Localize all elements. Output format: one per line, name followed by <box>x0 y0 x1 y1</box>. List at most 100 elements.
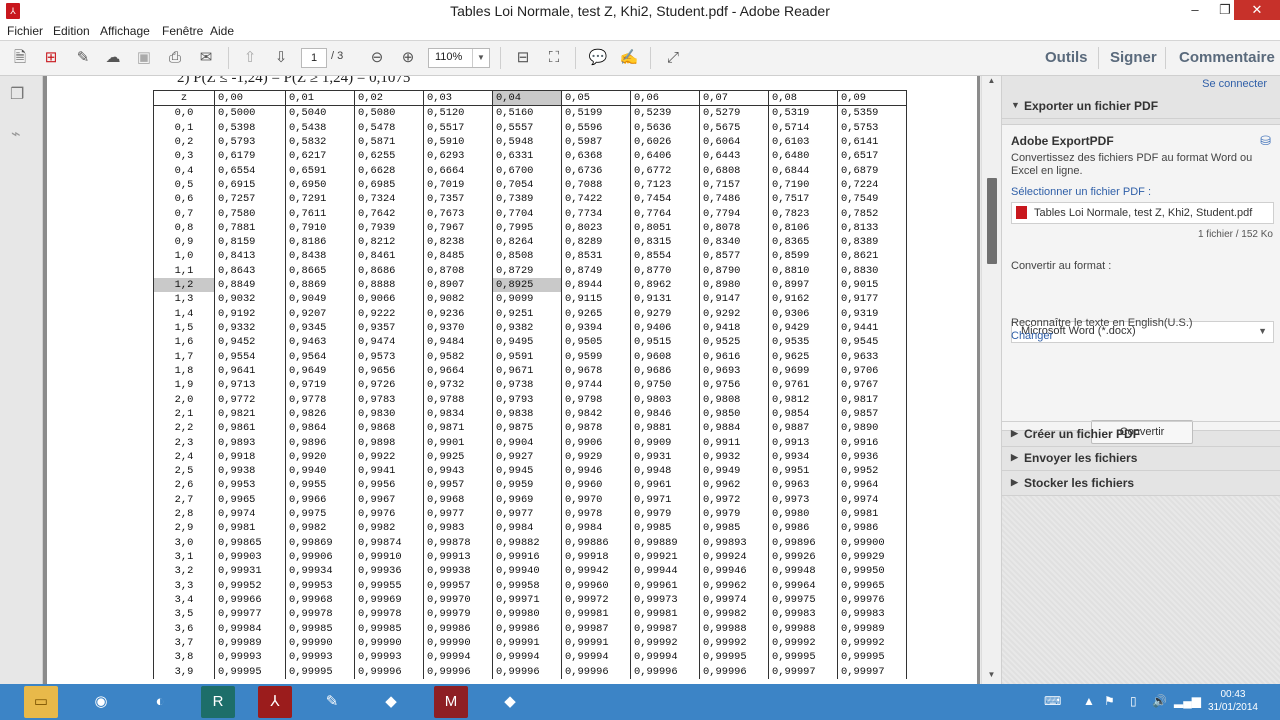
previous-page-icon[interactable]: ⇧ <box>239 48 261 68</box>
probability-cell: 0,9738 <box>492 378 562 393</box>
probability-cell: 0,9495 <box>492 335 562 350</box>
mcafee-icon[interactable]: M <box>434 686 468 718</box>
table-row: 1,0 0,8413 0,8438 0,8461 0,8485 0,8508 0,8531 0… <box>153 249 907 264</box>
show-hidden-icons-icon[interactable]: ▲ <box>1083 694 1095 708</box>
fit-width-icon[interactable]: ⛶ <box>543 48 565 68</box>
probability-cell: 0,9554 <box>214 349 286 364</box>
send-files-section-header[interactable]: ▶ Envoyer les fichiers <box>1002 446 1280 471</box>
z-value-cell: 3,0 <box>153 535 215 550</box>
store-files-section-header[interactable]: ▶ Stocker les fichiers <box>1002 471 1280 496</box>
system-clock[interactable]: 00:43 31/01/2014 <box>1208 688 1258 714</box>
tab-outils[interactable]: Outils <box>1045 49 1088 66</box>
probability-cell: 0,9978 <box>561 507 631 522</box>
page-number-input[interactable]: 1 <box>301 48 327 68</box>
zoom-out-icon[interactable]: ⊖ <box>366 48 388 68</box>
menu-aide[interactable]: Aide <box>210 24 234 38</box>
file-explorer-icon[interactable]: ▭ <box>24 686 58 718</box>
close-button[interactable]: ✕ <box>1234 0 1280 20</box>
probability-cell: 0,9975 <box>285 507 355 522</box>
network-icon[interactable]: ▂▄▆ <box>1174 694 1201 708</box>
z-value-cell: 2,1 <box>153 406 215 422</box>
menu-edition[interactable]: Edition <box>53 24 90 38</box>
game-app-icon[interactable]: ◆ <box>374 686 408 718</box>
scroll-down-icon[interactable]: ▼ <box>982 670 1001 684</box>
keyboard-icon[interactable]: ⌨ <box>1044 694 1061 708</box>
export-title: Adobe ExportPDF <box>1011 134 1114 148</box>
tab-signer[interactable]: Signer <box>1110 49 1157 66</box>
attachments-icon[interactable]: ⌁ <box>11 124 21 144</box>
probability-cell: 0,9115 <box>561 292 631 307</box>
page-thumbnails-icon[interactable]: ❐ <box>10 84 24 104</box>
zoom-select[interactable]: 110% ▼ <box>428 48 490 68</box>
sync-app-icon[interactable]: ◐ <box>143 686 177 718</box>
email-icon[interactable]: ✉ <box>195 48 217 68</box>
connect-link[interactable]: Se connecter <box>1202 78 1267 90</box>
z-value-cell: 2,5 <box>153 464 215 479</box>
probability-cell: 0,8810 <box>768 263 838 279</box>
probability-cell: 0,9936 <box>837 449 907 465</box>
probability-cell: 0,9955 <box>285 478 355 493</box>
probability-cell: 0,99986 <box>492 621 562 636</box>
probability-cell: 0,99940 <box>492 564 562 579</box>
print-icon[interactable]: ⎙ <box>164 48 186 68</box>
probability-cell: 0,9981 <box>837 507 907 522</box>
chevron-down-icon[interactable]: ▼ <box>472 49 489 67</box>
probability-cell: 0,9974 <box>837 492 907 508</box>
save-icon[interactable]: ▣ <box>133 48 155 68</box>
document-viewer[interactable]: 2) P(Z ≤ -1,24) = P(Z ≥ 1,24) = 0,1075 z… <box>43 76 980 684</box>
paint-icon[interactable]: ✎ <box>315 686 349 718</box>
volume-icon[interactable]: 🔊 <box>1152 694 1167 708</box>
create-pdf-section-header[interactable]: ▶ Créer un fichier PDF <box>1002 421 1280 447</box>
probability-cell: 0,99976 <box>837 592 907 608</box>
table-row: 0,3 0,6179 0,6217 0,6255 0,6293 0,6331 0,6368 0… <box>153 149 907 164</box>
probability-cell: 0,5517 <box>423 120 493 135</box>
probability-cell: 0,9625 <box>768 349 838 364</box>
probability-cell: 0,5199 <box>561 105 631 121</box>
adobe-reader-taskbar-icon[interactable]: ⅄ <box>258 686 292 718</box>
selected-file-field[interactable]: Tables Loi Normale, test Z, Khi2, Studen… <box>1011 202 1274 224</box>
chrome-icon[interactable]: ◉ <box>84 686 118 718</box>
menu-fenetre[interactable]: Fenêtre <box>162 24 203 38</box>
probability-cell: 0,99989 <box>214 635 286 651</box>
tab-commentaire[interactable]: Commentaire <box>1179 49 1275 66</box>
battery-icon[interactable]: ▯ <box>1130 694 1137 708</box>
probability-cell: 0,9977 <box>492 507 562 522</box>
export-description: Excel en ligne. <box>1011 165 1083 177</box>
probability-cell: 0,7704 <box>492 206 562 221</box>
scrollbar-thumb[interactable] <box>987 178 997 264</box>
probability-cell: 0,9693 <box>699 363 769 379</box>
edit-icon[interactable]: ✎ <box>72 48 94 68</box>
change-language-link[interactable]: Changer <box>1011 330 1053 342</box>
highlight-icon[interactable]: ✍ <box>618 48 640 68</box>
export-pdf-section-header[interactable]: ▼ Exporter un fichier PDF <box>1002 94 1280 119</box>
menu-affichage[interactable]: Affichage <box>100 24 150 38</box>
next-page-icon[interactable]: ⇩ <box>270 48 292 68</box>
flag-icon[interactable]: ⚑ <box>1104 694 1115 708</box>
table-row: 1,5 0,9332 0,9345 0,9357 0,9370 0,9382 0,9394 0… <box>153 321 907 336</box>
r-app-icon[interactable]: R <box>201 686 235 718</box>
table-row: 2,5 0,9938 0,9940 0,9941 0,9943 0,9945 0,9946 0… <box>153 464 907 479</box>
table-row: 0,7 0,7580 0,7611 0,7642 0,7673 0,7704 0,7734 0… <box>153 206 907 221</box>
create-pdf-icon[interactable]: 🗎 <box>9 48 31 68</box>
probability-cell: 0,9535 <box>768 335 838 350</box>
comment-icon[interactable]: 💬 <box>587 48 609 68</box>
probability-cell: 0,6985 <box>354 177 424 193</box>
probability-cell: 0,5239 <box>630 105 700 121</box>
probability-cell: 0,99926 <box>768 550 838 565</box>
table-row: 3,2 0,99931 0,99934 0,99936 0,99938 0,99940 0,… <box>153 564 907 579</box>
probability-cell: 0,9767 <box>837 378 907 393</box>
probability-cell: 0,9913 <box>768 435 838 450</box>
probability-cell: 0,7939 <box>354 220 424 236</box>
minimize-button[interactable]: – <box>1180 0 1210 20</box>
probability-cell: 0,9656 <box>354 363 424 379</box>
cloud-upload-icon[interactable]: ☁ <box>102 48 124 68</box>
menu-fichier[interactable]: Fichier <box>7 24 43 38</box>
zoom-in-icon[interactable]: ⊕ <box>397 48 419 68</box>
app-icon[interactable]: ◆ <box>493 686 527 718</box>
fullscreen-icon[interactable]: ⤢ <box>662 48 684 68</box>
acrobat-icon[interactable]: ⊞ <box>40 48 62 68</box>
vertical-scrollbar[interactable]: ▲ ▼ <box>981 76 1001 684</box>
scroll-up-icon[interactable]: ▲ <box>982 76 1001 90</box>
probability-cell: 0,9951 <box>768 464 838 479</box>
fit-page-icon[interactable]: ⊟ <box>512 48 534 68</box>
